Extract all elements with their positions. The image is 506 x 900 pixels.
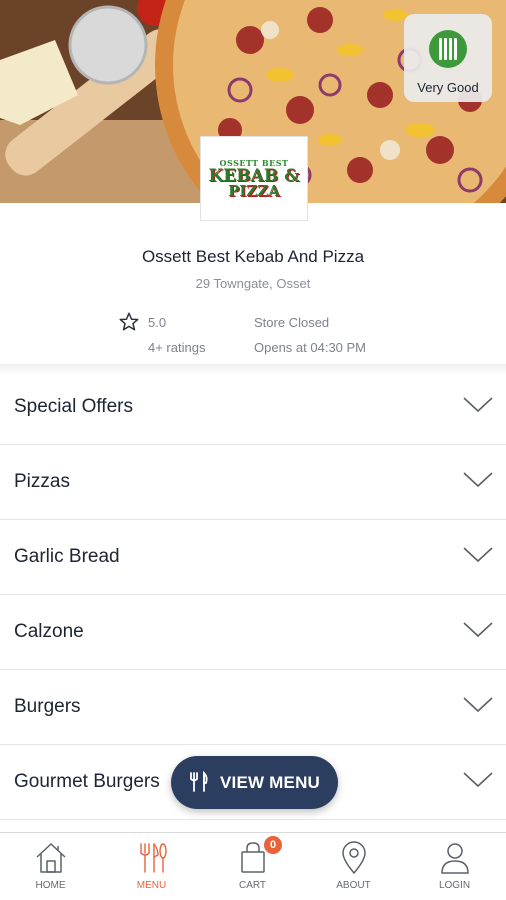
location-pin-icon xyxy=(341,841,366,875)
nav-home[interactable]: HOME xyxy=(0,833,101,900)
store-status: Store Closed xyxy=(254,315,330,330)
cart-count-badge: 0 xyxy=(264,836,282,854)
chevron-down-icon[interactable] xyxy=(462,771,494,789)
category-garlic-bread[interactable]: Garlic Bread xyxy=(0,520,506,595)
chevron-down-icon[interactable] xyxy=(462,471,494,489)
category-label: Garlic Bread xyxy=(14,546,120,567)
nav-cart-label: CART xyxy=(238,880,267,891)
hygiene-rating-badge: Very Good xyxy=(404,14,492,102)
cutlery-icon xyxy=(139,843,167,873)
ratings-count: 4+ ratings xyxy=(148,340,206,355)
home-icon xyxy=(35,843,66,873)
star-icon xyxy=(119,312,139,331)
category-burgers[interactable]: Burgers xyxy=(0,670,506,745)
nav-about[interactable]: ABOUT xyxy=(303,833,404,900)
chevron-down-icon[interactable] xyxy=(462,546,494,564)
category-label: Pizzas xyxy=(14,471,70,492)
nav-menu-label: MENU xyxy=(136,880,167,891)
category-label: Burgers xyxy=(14,696,81,717)
category-pizzas[interactable]: Pizzas xyxy=(0,445,506,520)
restaurant-address: 29 Towngate, Osset xyxy=(195,276,311,291)
cutlery-icon xyxy=(190,771,208,792)
user-icon xyxy=(440,843,469,874)
nav-home-label: HOME xyxy=(35,880,66,891)
rating-value: 5.0 xyxy=(148,315,167,330)
restaurant-logo: OSSETT BEST KEBAB & PIZZA xyxy=(200,136,308,221)
nav-login-label: LOGIN xyxy=(438,880,471,891)
category-label: Special Offers xyxy=(14,396,133,417)
view-menu-button[interactable]: VIEW MENU xyxy=(171,756,338,809)
chevron-down-icon[interactable] xyxy=(462,621,494,639)
bottom-navigation: HOME MENU 0 CART ABOUT LOGIN xyxy=(0,832,506,900)
chevron-down-icon[interactable] xyxy=(462,396,494,414)
hygiene-icon xyxy=(429,30,467,68)
restaurant-name: Ossett Best Kebab And Pizza xyxy=(141,247,365,266)
hygiene-rating-label: Very Good xyxy=(417,80,479,95)
chevron-down-icon[interactable] xyxy=(462,696,494,714)
nav-cart[interactable]: 0 CART xyxy=(202,833,303,900)
view-menu-label: VIEW MENU xyxy=(220,773,321,792)
opening-time: Opens at 04:30 PM xyxy=(254,340,367,355)
category-label: Calzone xyxy=(14,621,84,642)
category-calzone[interactable]: Calzone xyxy=(0,595,506,670)
category-label: Gourmet Burgers xyxy=(14,771,160,792)
nav-about-label: ABOUT xyxy=(336,880,371,891)
nav-menu[interactable]: MENU xyxy=(101,833,202,900)
nav-login[interactable]: LOGIN xyxy=(404,833,505,900)
menu-category-list: Special Offers Pizzas Garlic Bread Calzo… xyxy=(0,370,506,820)
category-special-offers[interactable]: Special Offers xyxy=(0,370,506,445)
